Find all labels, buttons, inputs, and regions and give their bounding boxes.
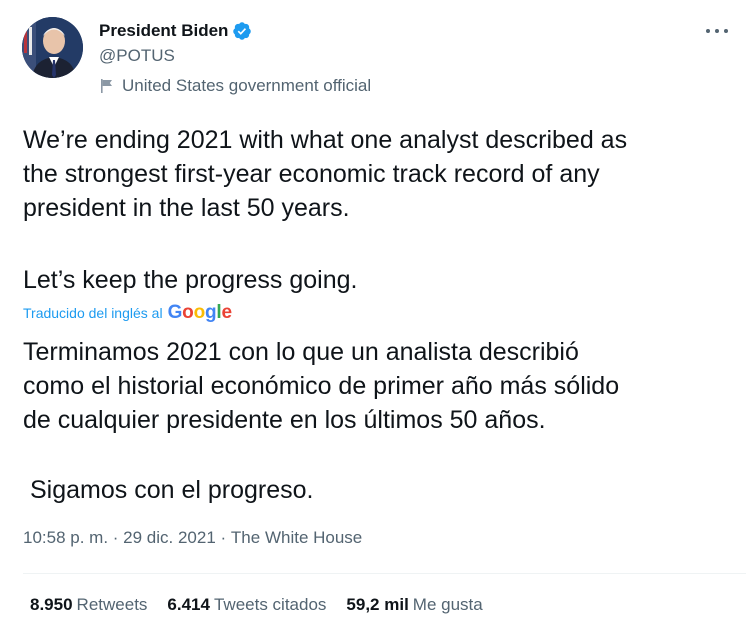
tweet-card: President Biden @POTUS United States gov… bbox=[0, 0, 746, 624]
translated-label: Traducido del inglés al bbox=[23, 305, 163, 321]
quotes-count: 6.414 bbox=[167, 595, 210, 614]
retweets-count: 8.950 bbox=[30, 595, 73, 614]
government-label[interactable]: United States government official bbox=[99, 75, 371, 97]
tweet-stats: 8.950 Retweets 6.414 Tweets citados 59,2 m… bbox=[30, 594, 503, 616]
tweet-text-translated: Terminamos 2021 con lo que un analista d… bbox=[23, 338, 620, 434]
retweets-label: Retweets bbox=[76, 595, 148, 614]
translation-attribution[interactable]: Traducido del inglés al Google bbox=[23, 302, 232, 324]
likes-label: Me gusta bbox=[412, 595, 483, 614]
tweet-text-original-2: Let’s keep the progress going. bbox=[23, 266, 358, 294]
tweet-time[interactable]: 10:58 p. m. bbox=[23, 528, 108, 548]
avatar[interactable] bbox=[22, 17, 83, 78]
tweet-source[interactable]: The White House bbox=[231, 528, 362, 548]
google-logo: Google bbox=[167, 302, 232, 323]
quote-tweets-stat[interactable]: 6.414 Tweets citados bbox=[167, 595, 326, 615]
tweet-meta: 10:58 p. m. · 29 dic. 2021 · The White H… bbox=[23, 527, 362, 549]
more-options-icon[interactable] bbox=[706, 20, 728, 42]
tweet-text-translated-2: Sigamos con el progreso. bbox=[30, 476, 314, 504]
likes-count: 59,2 mil bbox=[346, 595, 409, 614]
meta-separator: · bbox=[108, 528, 124, 547]
retweets-stat[interactable]: 8.950 Retweets bbox=[30, 595, 147, 615]
tweet-text-original: We’re ending 2021 with what one analyst … bbox=[23, 126, 628, 222]
quotes-label: Tweets citados bbox=[213, 595, 327, 614]
author-handle[interactable]: @POTUS bbox=[99, 46, 175, 66]
tweet-date[interactable]: 29 dic. 2021 bbox=[123, 528, 216, 548]
government-label-text: United States government official bbox=[122, 76, 372, 95]
author-name-row[interactable]: President Biden bbox=[99, 20, 252, 42]
flag-icon bbox=[99, 78, 115, 94]
verified-badge-icon bbox=[232, 21, 252, 41]
meta-separator: · bbox=[215, 528, 231, 547]
author-name[interactable]: President Biden bbox=[99, 21, 228, 41]
likes-stat[interactable]: 59,2 mil Me gusta bbox=[346, 595, 482, 615]
divider bbox=[23, 573, 746, 574]
